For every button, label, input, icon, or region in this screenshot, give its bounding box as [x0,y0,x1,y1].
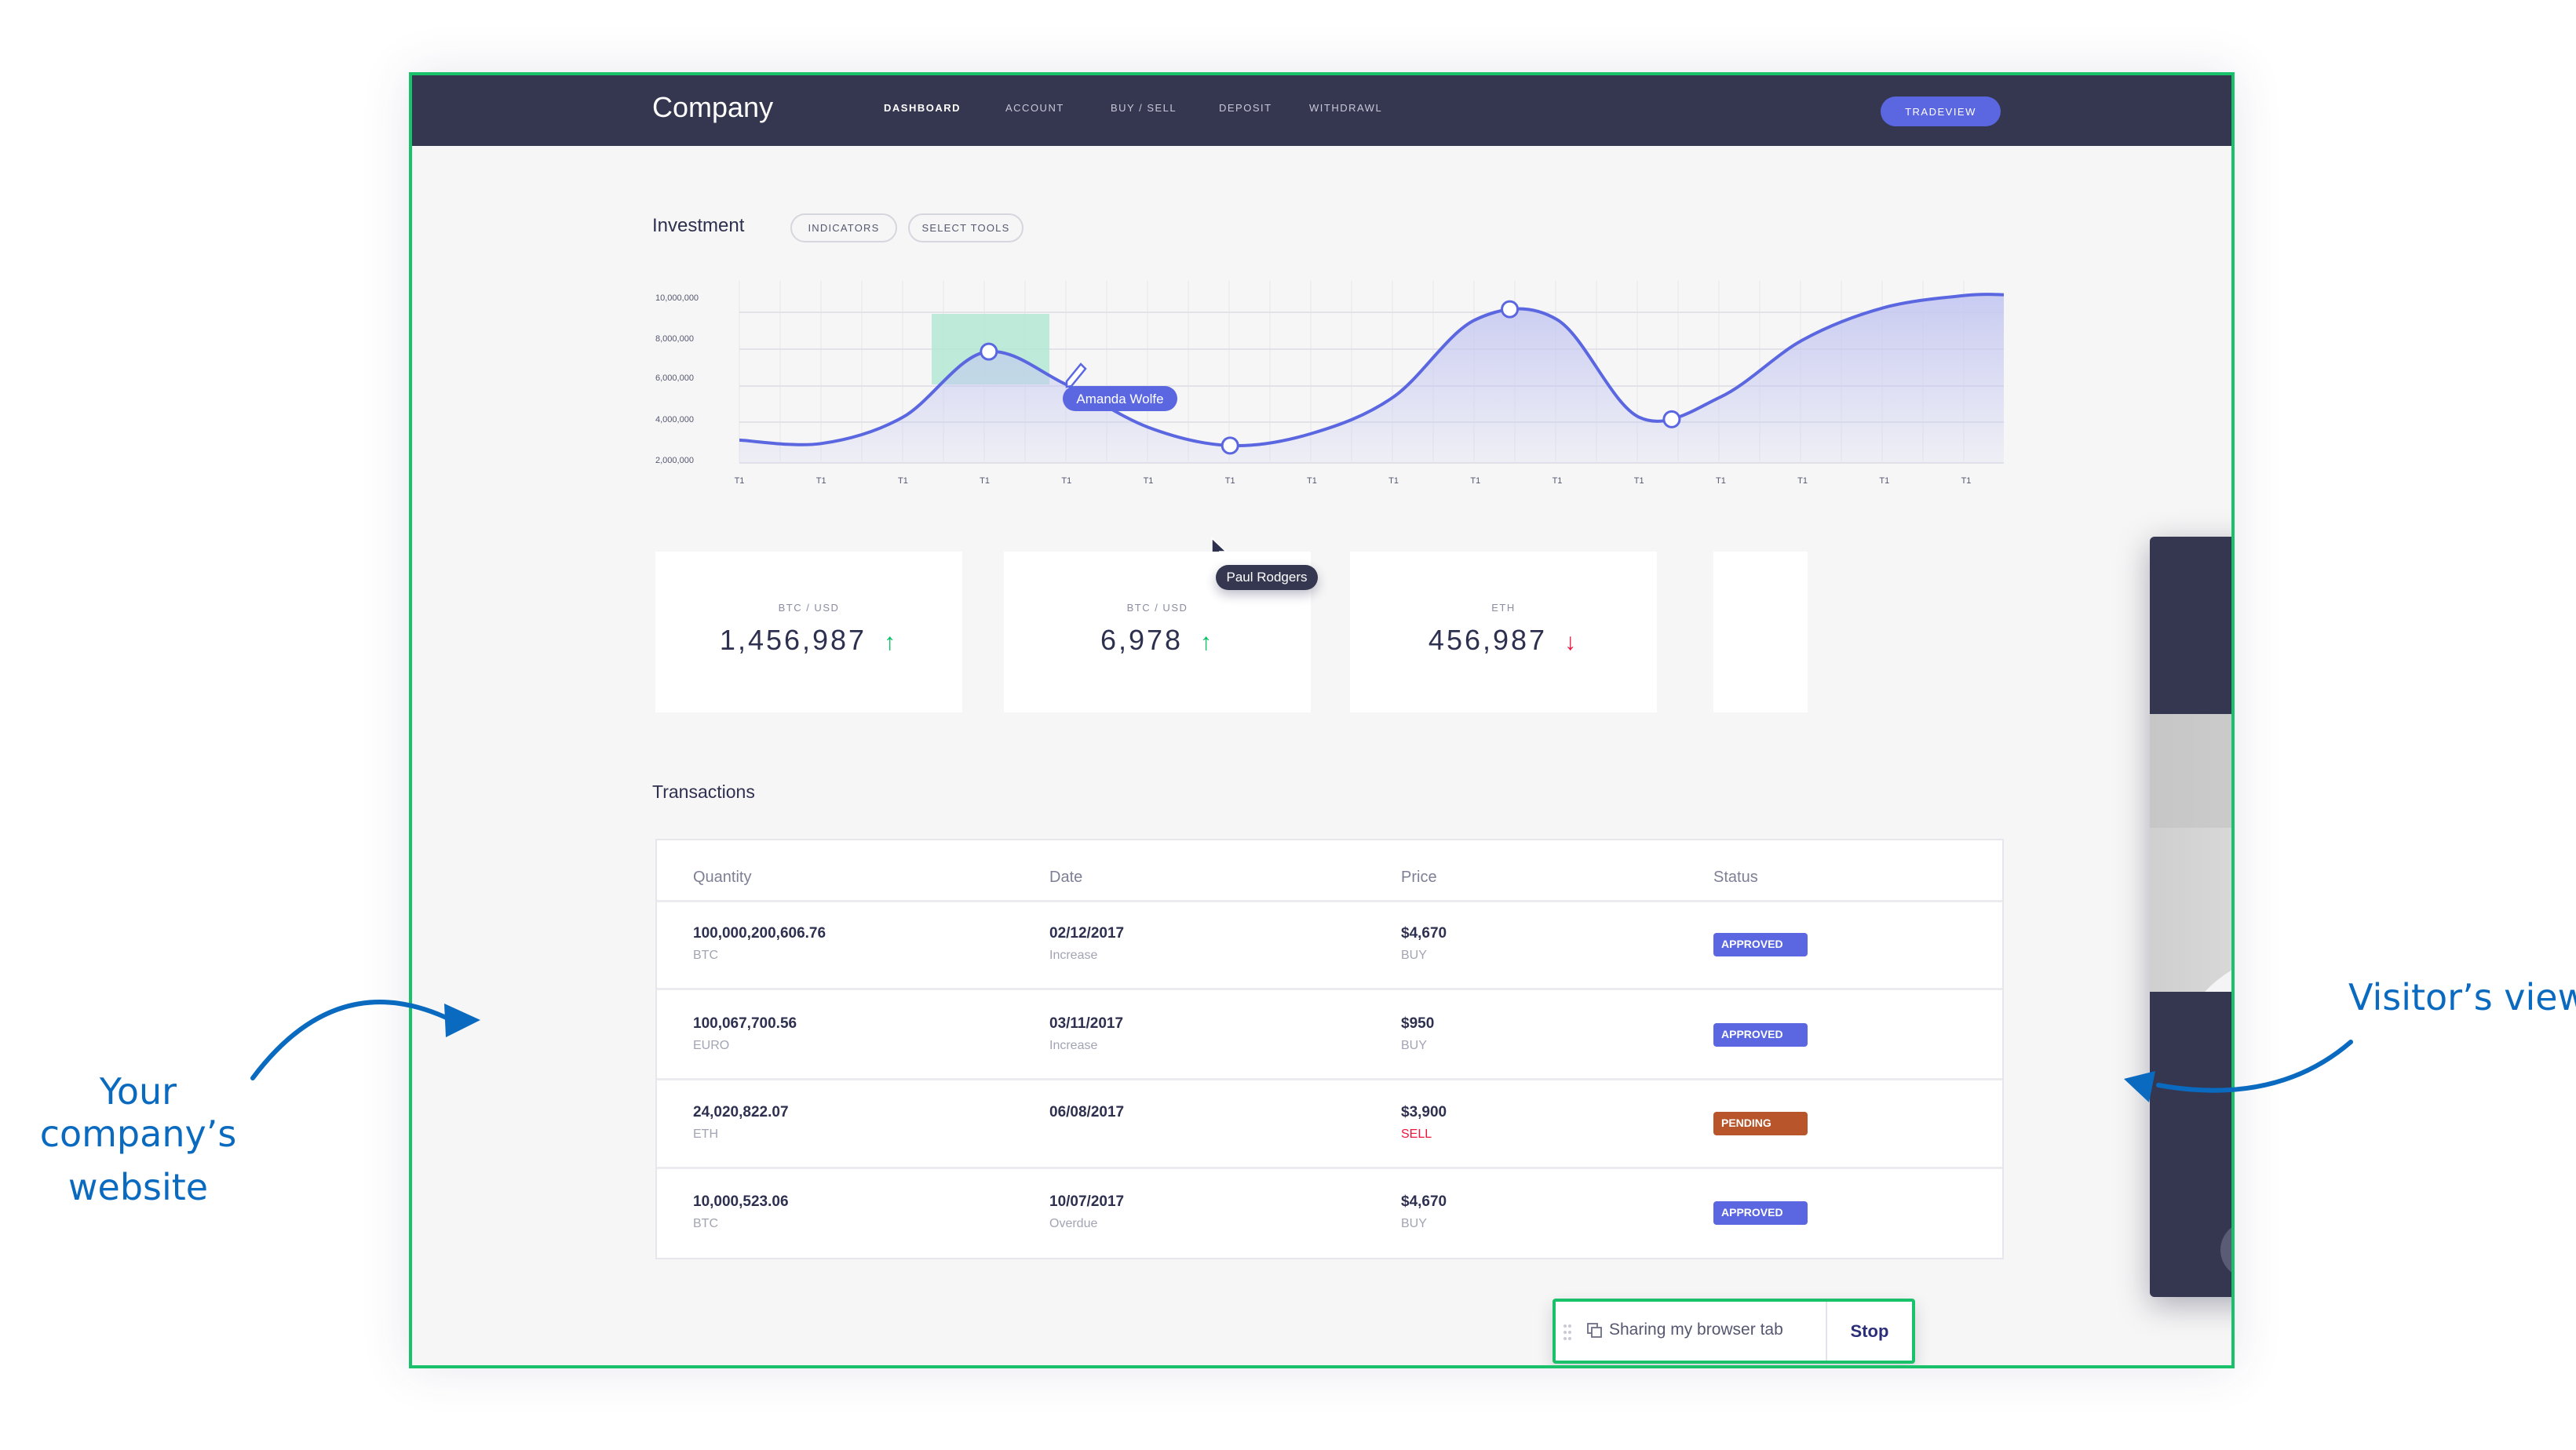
date: 03/11/2017 [1049,1015,1124,1032]
currency: BTC [693,1217,718,1230]
x-tick-label: T1 [816,476,826,486]
date-note: Increase [1049,949,1098,962]
y-tick-label: 10,000,000 [655,293,699,303]
x-tick-label: T1 [1961,476,1972,486]
y-tick-label: 8,000,000 [655,334,694,344]
status-badge: APPROVED [1713,1023,1808,1047]
annotation-line: website [68,1166,209,1208]
trade-side: BUY [1401,1217,1427,1230]
trade-side: BUY [1401,1039,1427,1052]
remote-video-feed [2150,714,2231,992]
cursor-label-text: Amanda Wolfe [1076,392,1163,406]
status-badge: PENDING [1713,1112,1808,1135]
data-point-marker [1220,436,1239,455]
stat-card-partial [1713,552,1808,712]
annotation-line: Your company’s [39,1070,237,1155]
series-area [739,294,2004,463]
x-tick-label: T1 [1061,476,1071,486]
card-value: 6,978 ↑ [1004,624,1311,657]
currency: BTC [693,949,718,962]
pencil-icon [1065,362,1087,388]
price: $4,670 [1401,1193,1447,1210]
date: 06/08/2017 [1049,1104,1125,1120]
date-note: Overdue [1049,1217,1098,1230]
status-badge: APPROVED [1713,1201,1808,1225]
divider [657,988,2002,990]
stop-sharing-button[interactable]: Stop [1827,1302,1912,1361]
currency: EURO [693,1039,730,1052]
x-tick-label: T1 [1225,476,1235,486]
x-tick-label: T1 [1388,476,1399,486]
price: $3,900 [1401,1104,1447,1120]
screen-share-bar: Sharing my browser tab Stop [1553,1299,1915,1364]
speaker-button[interactable] [2220,1222,2231,1278]
data-point-marker [980,342,998,361]
price: $950 [1401,1015,1435,1032]
card-value: 456,987 ↓ [1350,624,1657,657]
card-label: BTC / USD [1126,602,1188,614]
table-row[interactable]: 24,020,822.07 ETH 06/08/2017 $3,900 SELL… [657,1080,2002,1169]
cursor-label-amanda-wolfe: Amanda Wolfe [1063,386,1177,411]
annotation-visitors-view: Visitor’s view [2348,976,2576,1018]
investment-chart[interactable]: 10,000,000 8,000,000 6,000,000 4,000,000 2,0… [412,75,2235,515]
x-tick-label: T1 [1716,476,1726,486]
trend-up-arrow-icon: ↑ [1200,629,1215,655]
card-value-text: 456,987 [1428,624,1548,656]
date: 02/12/2017 [1049,925,1125,942]
quantity: 100,000,200,606.76 [693,925,826,942]
x-tick-label: T1 [898,476,908,486]
card-value: 1,456,987 ↑ [655,624,962,657]
x-tick-label: T1 [1553,476,1563,486]
x-tick-label: T1 [1879,476,1889,486]
data-point-marker [1501,300,1520,319]
card-value-text: 6,978 [1100,624,1184,656]
quantity: 10,000,523.06 [693,1193,789,1210]
annotation-company-website: Your company’s website [0,1070,276,1208]
x-tick-label: T1 [1144,476,1154,486]
table-row[interactable]: 10,000,523.06 BTC 10/07/2017 Overdue $4,… [657,1170,2002,1259]
column-header-quantity[interactable]: Quantity [693,869,751,887]
x-tick-label: T1 [1797,476,1808,486]
date: 10/07/2017 [1049,1193,1125,1210]
status-badge: APPROVED [1713,933,1808,956]
quantity: 100,067,700.56 [693,1015,797,1032]
transactions-table: Quantity Date Price Status 100,000,200,6… [655,839,2004,1259]
y-tick-label: 4,000,000 [655,415,694,424]
x-tick-label: T1 [1470,476,1480,486]
company-website-frame: Company DASHBOARD ACCOUNT BUY / SELL DEP… [409,72,2235,1368]
transactions-title: Transactions [652,781,755,802]
date-note: Increase [1049,1039,1098,1052]
cursor-label-paul-rodgers: Paul Rodgers [1216,565,1318,590]
stat-card[interactable]: BTC / USD 1,456,987 ↑ [655,552,962,712]
price: $4,670 [1401,925,1447,942]
column-header-date[interactable]: Date [1049,869,1082,887]
column-header-status[interactable]: Status [1713,869,1758,887]
x-tick-label: T1 [1634,476,1644,486]
sharing-status-text: Sharing my browser tab [1609,1321,1783,1339]
y-tick-label: 6,000,000 [655,373,694,383]
currency: ETH [693,1128,718,1141]
browser-tab-icon [1587,1323,1602,1338]
trend-up-arrow-icon: ↑ [884,629,899,655]
card-label: BTC / USD [778,602,840,614]
divider [657,1167,2002,1169]
video-call-panel [2150,537,2231,1297]
trend-down-arrow-icon: ↓ [1564,629,1579,655]
quantity: 24,020,822.07 [693,1104,789,1120]
trade-side: BUY [1401,949,1427,962]
card-value-text: 1,456,987 [719,624,867,656]
data-point-marker [1662,410,1681,428]
card-label: ETH [1491,602,1516,614]
drag-handle-icon[interactable] [1563,1324,1571,1341]
x-tick-label: T1 [1307,476,1317,486]
stat-card[interactable]: ETH 456,987 ↓ [1350,552,1657,712]
table-row[interactable]: 100,067,700.56 EURO 03/11/2017 Increase … [657,992,2002,1080]
table-row[interactable]: 100,000,200,606.76 BTC 02/12/2017 Increa… [657,902,2002,990]
x-tick-label: T1 [735,476,745,486]
x-tick-label: T1 [980,476,990,486]
column-header-price[interactable]: Price [1401,869,1437,887]
y-tick-label: 2,000,000 [655,456,694,465]
trade-side: SELL [1401,1128,1432,1141]
